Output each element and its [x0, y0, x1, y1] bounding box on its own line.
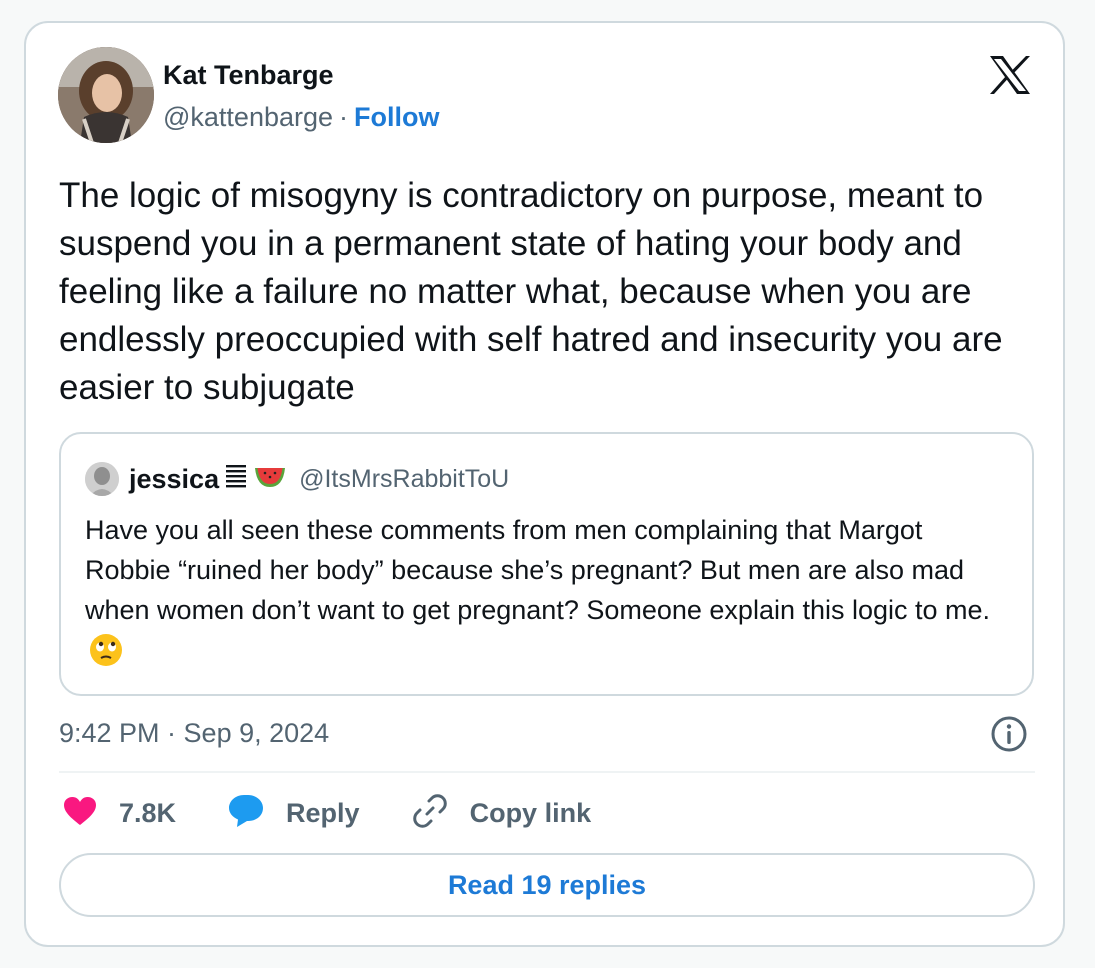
author-handle[interactable]: @kattenbarge [163, 102, 333, 132]
quoted-author-avatar[interactable] [85, 462, 119, 496]
quoted-tweet-text: Have you all seen these comments from me… [85, 515, 991, 625]
speech-bubble-icon [228, 794, 264, 833]
link-icon [412, 793, 448, 834]
tweet-card: Kat Tenbarge @kattenbarge · Follow The log… [24, 21, 1065, 947]
tweet-text: The logic of misogyny is contradictory o… [59, 176, 1003, 407]
quoted-tweet-header: jessica @ItsMrsRabbitToU [129, 462, 509, 496]
info-icon[interactable] [990, 715, 1028, 753]
quoted-tweet-text-block: Have you all seen these comments from me… [85, 510, 1015, 678]
stack-icon [225, 463, 247, 496]
author-name[interactable]: Kat Tenbarge [163, 59, 334, 91]
action-bar: 7.8K Reply Copy link [63, 793, 643, 833]
quoted-author-name[interactable]: jessica [129, 464, 219, 495]
watermelon-icon [253, 465, 287, 494]
follow-link[interactable]: Follow [354, 102, 439, 132]
x-logo-icon[interactable] [988, 55, 1032, 95]
reply-button[interactable]: Reply [228, 794, 360, 833]
quoted-author-handle[interactable]: @ItsMrsRabbitToU [299, 465, 509, 494]
author-avatar[interactable] [58, 47, 154, 143]
like-button[interactable]: 7.8K [63, 796, 176, 831]
tweet-timestamp[interactable]: 9:42 PM · Sep 9, 2024 [59, 713, 329, 753]
copy-link-button[interactable]: Copy link [412, 793, 592, 834]
author-handle-row: @kattenbarge · Follow [163, 101, 440, 133]
copy-link-label: Copy link [469, 797, 592, 828]
like-count: 7.8K [119, 797, 177, 828]
eye-roll-face-icon [89, 633, 123, 678]
read-replies-button[interactable]: Read 19 replies [59, 853, 1035, 917]
reply-label: Reply [286, 797, 360, 828]
quoted-tweet[interactable]: jessica @ItsMrsRabbitToU Have you all se… [59, 432, 1034, 696]
separator-dot: · [339, 102, 349, 132]
divider [59, 771, 1035, 773]
heart-icon [63, 796, 97, 831]
